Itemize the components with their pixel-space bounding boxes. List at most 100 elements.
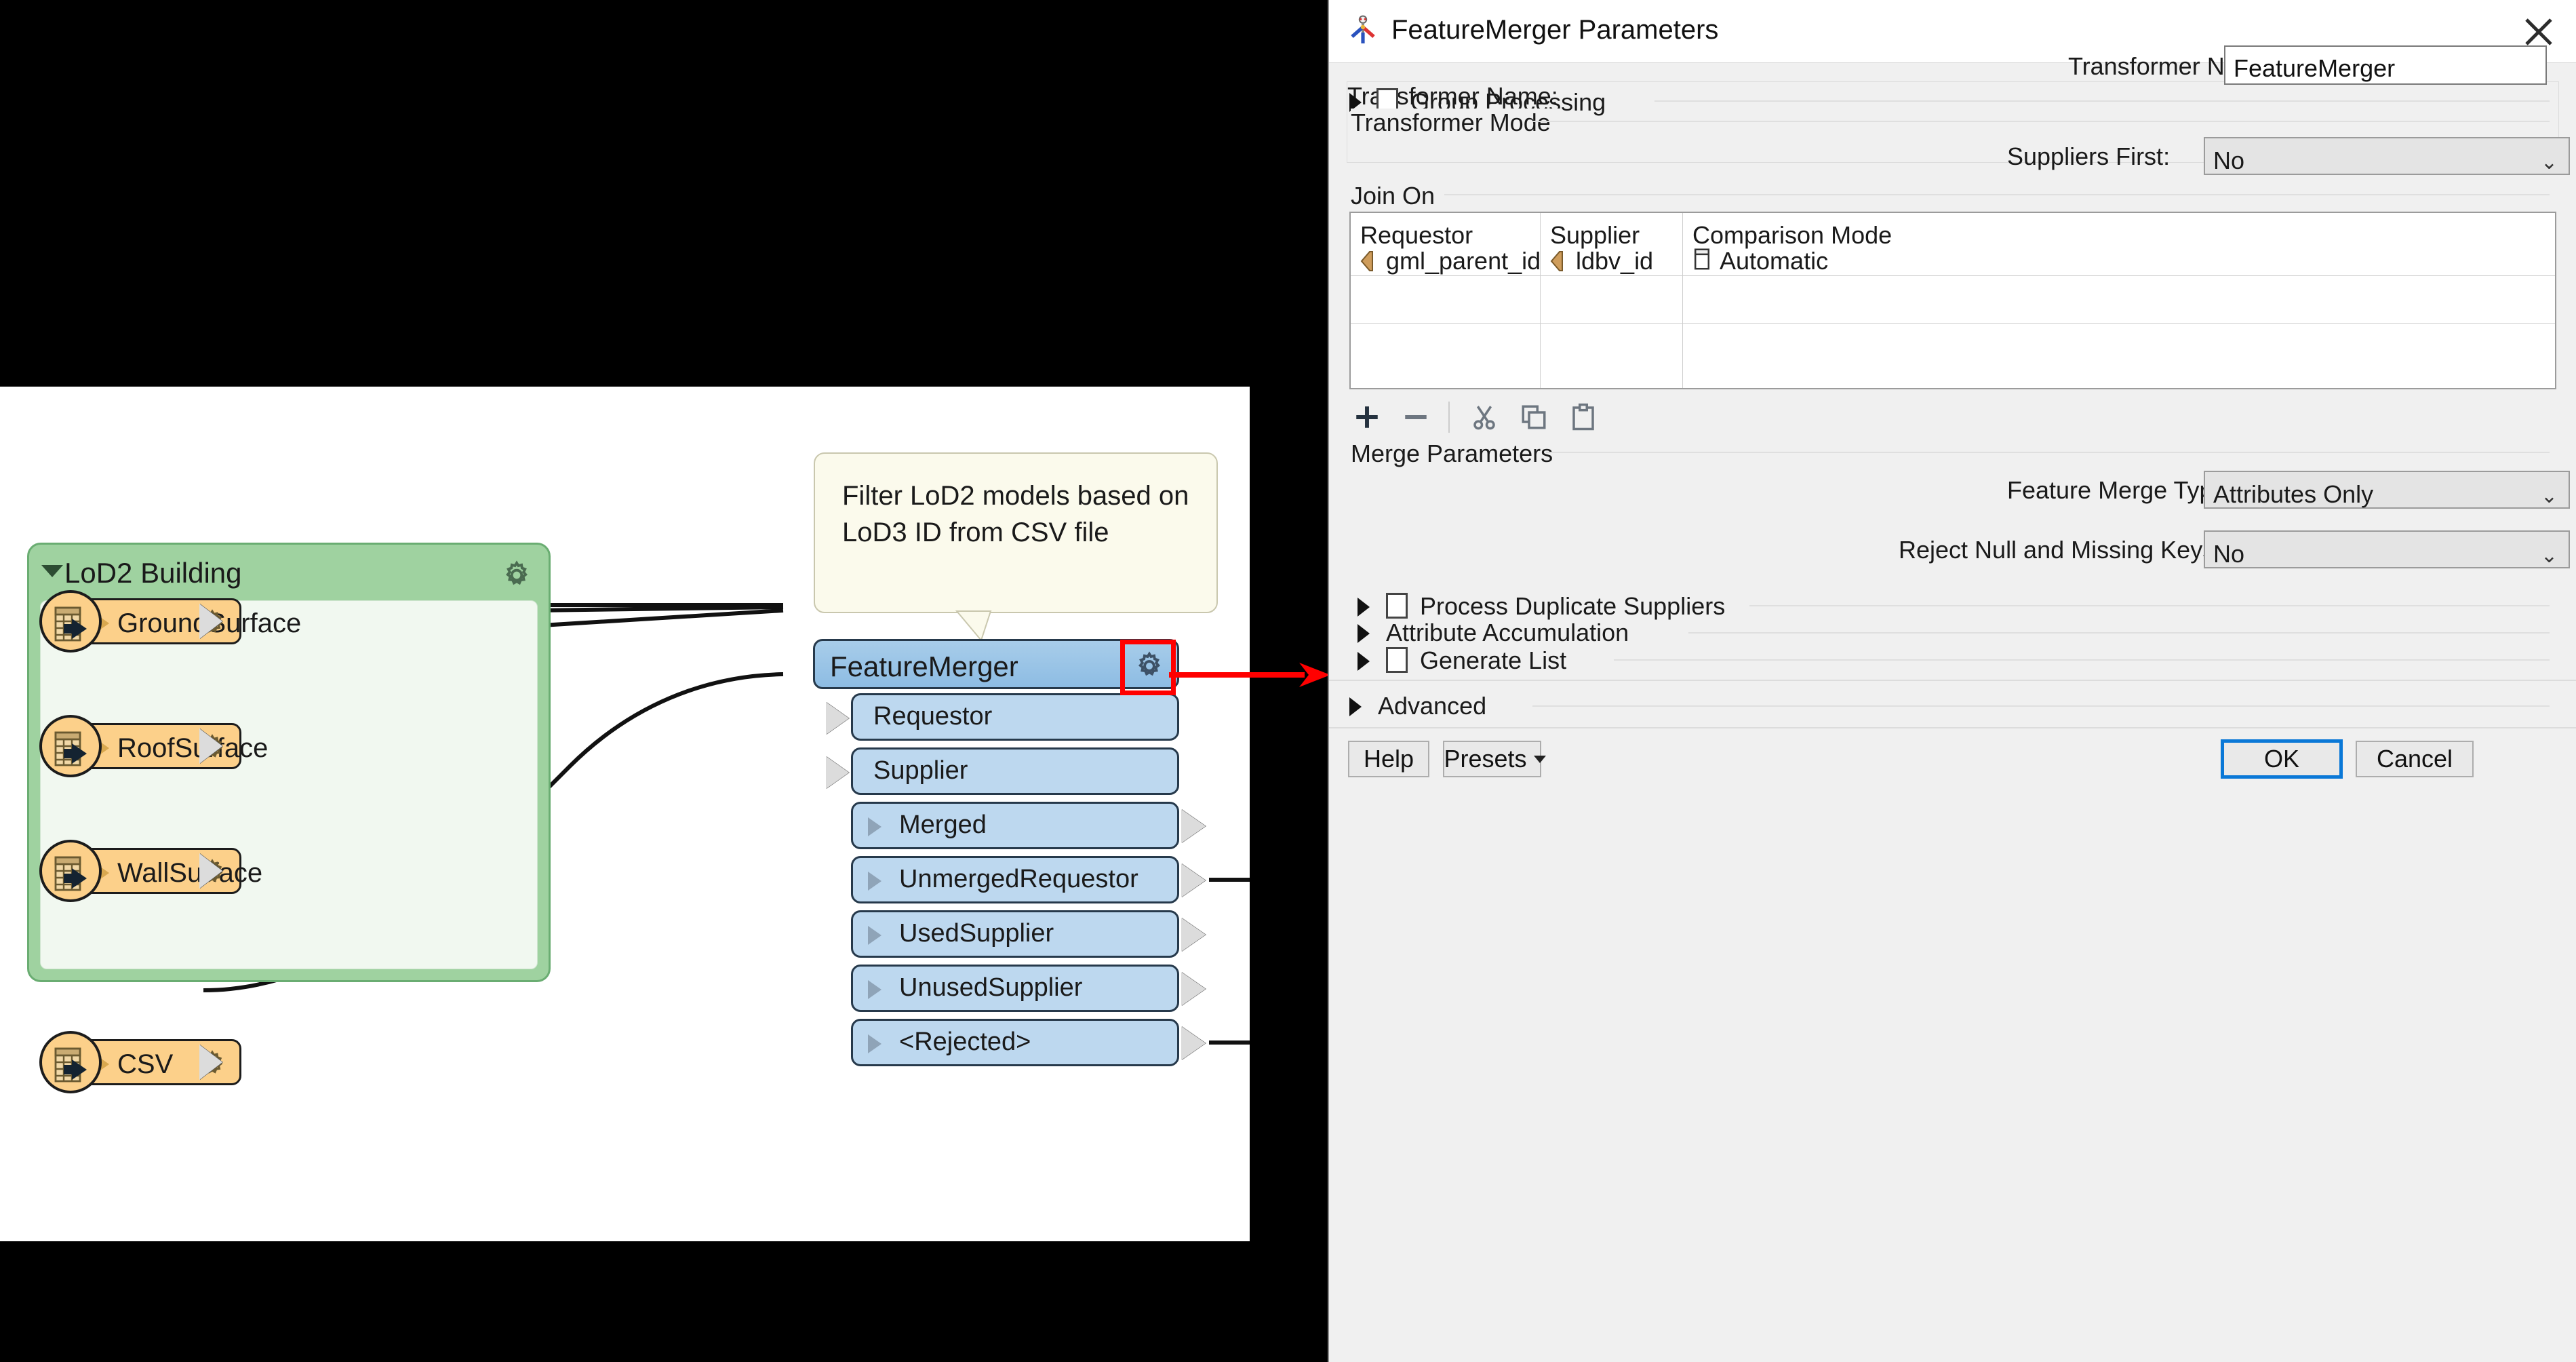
port-label: <Rejected> xyxy=(899,1028,1031,1056)
minus-icon[interactable] xyxy=(1402,403,1430,431)
presets-button[interactable]: Presets xyxy=(1443,741,1546,777)
transformer-header[interactable]: FeatureMerger xyxy=(813,639,1179,695)
triangle-right-icon[interactable] xyxy=(1358,624,1370,643)
node-type-bubble xyxy=(39,590,102,653)
node-output-port[interactable] xyxy=(199,604,222,639)
annotation-text: Filter LoD2 models based on LoD3 ID from… xyxy=(842,481,1189,547)
node-type-bubble xyxy=(39,840,102,902)
divider xyxy=(1688,632,2550,634)
port-label: Supplier xyxy=(873,756,968,785)
divider xyxy=(1614,659,2550,661)
paste-icon[interactable] xyxy=(1569,403,1598,431)
toolbar-separator xyxy=(1448,402,1450,433)
node-label: CSV xyxy=(117,1049,174,1079)
port-requestor[interactable]: Requestor xyxy=(826,693,1179,741)
node-roof-surface[interactable]: RoofSurface xyxy=(39,715,268,777)
join-cell-comparison-mode[interactable]: Automatic xyxy=(1720,247,1828,275)
join-cell-supplier[interactable]: ldbv_id xyxy=(1576,247,1653,275)
divider xyxy=(1654,100,2550,102)
divider xyxy=(1749,605,2550,606)
output-arrow-icon xyxy=(1181,809,1206,843)
triangle-right-icon xyxy=(868,980,881,999)
reject-null-missing-keys-value: No xyxy=(2213,540,2245,568)
node-ground-surface[interactable]: GroundSurface xyxy=(39,590,301,653)
ok-button[interactable]: OK xyxy=(2221,739,2343,779)
port-unmerged-requestor[interactable]: UnmergedRequestor xyxy=(851,856,1206,903)
node-csv[interactable]: CSV xyxy=(39,1031,243,1093)
plus-icon[interactable] xyxy=(1353,403,1381,431)
attribute-icon xyxy=(1360,251,1373,271)
transformer-name-value: FeatureMerger xyxy=(2234,54,2396,82)
close-icon[interactable] xyxy=(2520,14,2557,50)
generate-list-checkbox[interactable] xyxy=(1386,647,1408,673)
annotation-callout[interactable]: Filter LoD2 models based on LoD3 ID from… xyxy=(814,452,1218,613)
feature-merge-type-label: Feature Merge Type: xyxy=(2007,476,2234,504)
divider xyxy=(1546,452,2550,453)
generate-list-label: Generate List xyxy=(1420,646,1567,674)
triangle-down-icon xyxy=(1533,755,1546,763)
node-wall-surface[interactable]: WallSurface xyxy=(39,840,262,902)
feature-merge-type-combo[interactable]: Attributes Only ⌄ xyxy=(2204,471,2570,509)
triangle-right-icon[interactable] xyxy=(1358,598,1370,617)
process-duplicate-suppliers-label: Process Duplicate Suppliers xyxy=(1420,592,1726,620)
node-output-port[interactable] xyxy=(199,728,222,764)
chevron-down-icon: ⌄ xyxy=(2540,545,2558,567)
feature-merger-icon xyxy=(1351,15,1375,43)
transformer-mode-section-title: Transformer Mode xyxy=(1351,109,1560,137)
gear-highlight-box xyxy=(1120,640,1176,695)
divider xyxy=(1444,194,2550,195)
divider xyxy=(1532,121,2550,122)
feature-merge-type-value: Attributes Only xyxy=(2213,480,2374,508)
row-divider xyxy=(1351,275,2555,276)
transformer-name-input[interactable]: FeatureMerger xyxy=(2224,45,2547,85)
section-divider xyxy=(1329,680,2576,681)
node-label: WallSurface xyxy=(117,858,263,888)
port-supplier[interactable]: Supplier xyxy=(826,747,1179,795)
port-rejected[interactable]: <Rejected> xyxy=(851,1019,1206,1066)
red-arrow-icon xyxy=(1169,663,1330,687)
output-arrow-icon xyxy=(1181,863,1206,897)
presets-label: Presets xyxy=(1444,745,1527,773)
triangle-right-icon xyxy=(868,1034,881,1053)
triangle-right-icon[interactable] xyxy=(1358,652,1370,671)
reject-null-missing-keys-combo[interactable]: No ⌄ xyxy=(2204,530,2570,568)
group-title: LoD2 Building xyxy=(64,557,242,589)
join-cell-requestor[interactable]: gml_parent_id xyxy=(1386,247,1541,275)
port-label: Requestor xyxy=(873,702,993,731)
node-type-bubble xyxy=(39,715,102,777)
port-unused-supplier[interactable]: UnusedSupplier xyxy=(851,965,1206,1012)
port-used-supplier[interactable]: UsedSupplier xyxy=(851,910,1206,958)
port-label: Merged xyxy=(899,811,987,839)
gear-icon[interactable] xyxy=(501,560,532,591)
feature-merger-parameters-dialog[interactable]: FeatureMerger Parameters Transformer Nam… xyxy=(1328,0,2576,1362)
reject-null-missing-keys-label: Reject Null and Missing Keys: xyxy=(1899,536,2222,564)
port-label: UnusedSupplier xyxy=(899,973,1083,1002)
transformer-title: FeatureMerger xyxy=(830,650,1018,682)
chevron-down-icon: ⌄ xyxy=(2540,485,2558,507)
group-inner-area xyxy=(40,600,538,969)
suppliers-first-label: Suppliers First: xyxy=(2007,142,2171,170)
node-output-port[interactable] xyxy=(199,853,222,889)
cancel-button[interactable]: Cancel xyxy=(2356,741,2474,777)
workspace-canvas[interactable]: Filter LoD2 models based on LoD3 ID from… xyxy=(0,387,1250,1241)
join-on-section-title: Join On xyxy=(1351,182,1445,210)
triangle-right-icon xyxy=(868,926,881,945)
copy-icon[interactable] xyxy=(1520,403,1548,431)
triangle-down-icon[interactable] xyxy=(41,565,63,577)
dialog-title: FeatureMerger Parameters xyxy=(1391,15,1719,45)
triangle-right-icon[interactable] xyxy=(1349,697,1362,716)
join-column-header: Comparison Mode xyxy=(1692,221,1893,249)
port-label: UnmergedRequestor xyxy=(899,865,1138,893)
node-output-port[interactable] xyxy=(199,1045,222,1080)
input-arrow-icon xyxy=(826,702,849,735)
port-merged[interactable]: Merged xyxy=(851,802,1206,849)
suppliers-first-combo[interactable]: No ⌄ xyxy=(2204,137,2570,175)
chevron-down-icon: ⌄ xyxy=(2540,151,2558,174)
node-type-bubble xyxy=(39,1031,102,1093)
port-label: UsedSupplier xyxy=(899,919,1054,948)
join-on-table[interactable]: Requestor Supplier Comparison Mode gml_p… xyxy=(1349,212,2556,389)
output-arrow-icon xyxy=(1181,1026,1206,1060)
help-button[interactable]: Help xyxy=(1348,741,1429,777)
process-duplicate-suppliers-checkbox[interactable] xyxy=(1386,593,1408,619)
scissors-icon[interactable] xyxy=(1470,403,1499,431)
